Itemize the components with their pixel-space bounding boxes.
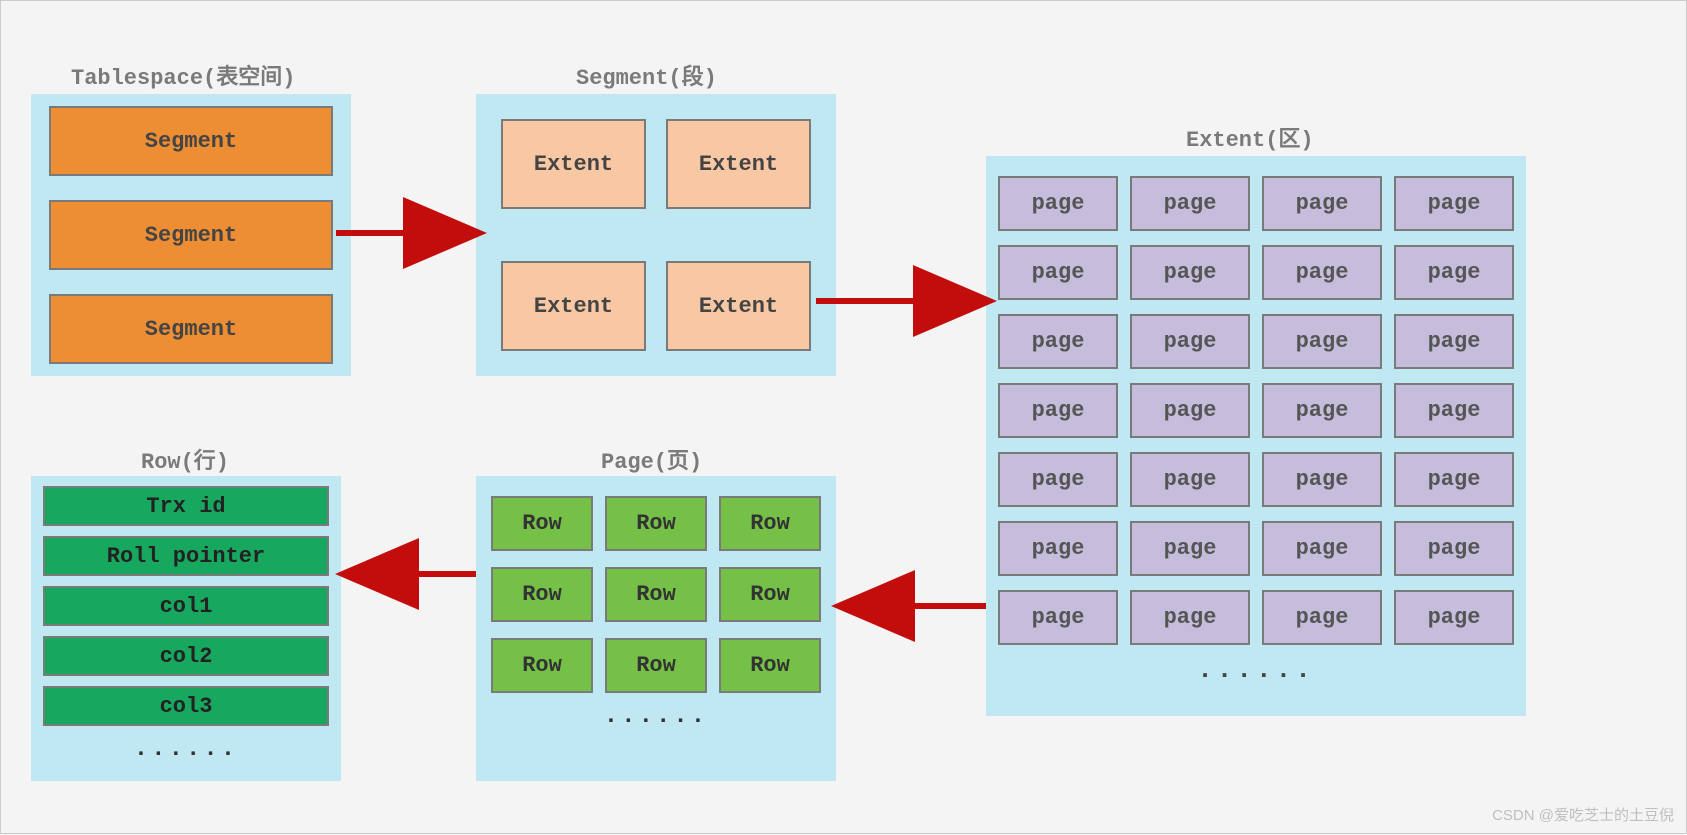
page-box: page (1262, 452, 1382, 507)
extent-more-dots: ...... (998, 655, 1514, 685)
title-extent: Extent(区) (1186, 121, 1314, 153)
page-box: page (1262, 245, 1382, 300)
page-box: page (1130, 521, 1250, 576)
page-box: page (998, 314, 1118, 369)
page-box: page (1130, 245, 1250, 300)
page-box: page (1262, 383, 1382, 438)
row-field: col3 (43, 686, 329, 726)
page-box: page (998, 452, 1118, 507)
extent-container: pagepagepagepagepagepagepagepagepagepage… (986, 156, 1526, 716)
row-box: Row (605, 638, 707, 693)
extent-box: Extent (666, 119, 811, 209)
page-box: page (1394, 383, 1514, 438)
segment-container: Extent Extent Extent Extent (476, 94, 836, 376)
segment-box: Segment (49, 294, 333, 364)
row-box: Row (719, 567, 821, 622)
row-container: Trx id Roll pointer col1 col2 col3 .....… (31, 476, 341, 781)
row-box: Row (605, 496, 707, 551)
page-box: page (1394, 452, 1514, 507)
page-box: page (1130, 452, 1250, 507)
page-box: page (1262, 521, 1382, 576)
title-tablespace: Tablespace(表空间) (71, 59, 295, 91)
page-box: page (998, 245, 1118, 300)
page-box: page (1394, 176, 1514, 231)
title-page: Page(页) (601, 443, 702, 475)
page-box: page (998, 590, 1118, 645)
row-box: Row (491, 496, 593, 551)
page-box: page (1130, 314, 1250, 369)
extent-grid: pagepagepagepagepagepagepagepagepagepage… (998, 176, 1514, 645)
extent-box: Extent (666, 261, 811, 351)
row-box: Row (491, 567, 593, 622)
page-box: page (1130, 590, 1250, 645)
page-box: page (998, 383, 1118, 438)
page-box: page (1394, 590, 1514, 645)
page-box: page (1130, 176, 1250, 231)
page-box: page (1394, 521, 1514, 576)
page-box: page (1394, 245, 1514, 300)
page-box: page (1130, 383, 1250, 438)
watermark: CSDN @爱吃芝士的土豆倪 (1492, 804, 1674, 825)
row-field: col1 (43, 586, 329, 626)
page-box: page (998, 521, 1118, 576)
row-more-dots: ...... (43, 736, 329, 763)
row-box: Row (605, 567, 707, 622)
row-box: Row (719, 496, 821, 551)
page-container: RowRowRowRowRowRowRowRowRow ...... (476, 476, 836, 781)
page-grid: RowRowRowRowRowRowRowRowRow (491, 496, 821, 693)
row-field: Roll pointer (43, 536, 329, 576)
row-field: col2 (43, 636, 329, 676)
segment-box: Segment (49, 106, 333, 176)
tablespace-container: Segment Segment Segment (31, 94, 351, 376)
page-box: page (998, 176, 1118, 231)
extent-box: Extent (501, 261, 646, 351)
extent-box: Extent (501, 119, 646, 209)
page-box: page (1262, 314, 1382, 369)
segment-box: Segment (49, 200, 333, 270)
title-row: Row(行) (141, 443, 229, 475)
page-box: page (1262, 590, 1382, 645)
page-box: page (1394, 314, 1514, 369)
row-box: Row (719, 638, 821, 693)
row-field: Trx id (43, 486, 329, 526)
page-more-dots: ...... (491, 703, 821, 730)
page-box: page (1262, 176, 1382, 231)
row-box: Row (491, 638, 593, 693)
title-segment: Segment(段) (576, 59, 717, 91)
